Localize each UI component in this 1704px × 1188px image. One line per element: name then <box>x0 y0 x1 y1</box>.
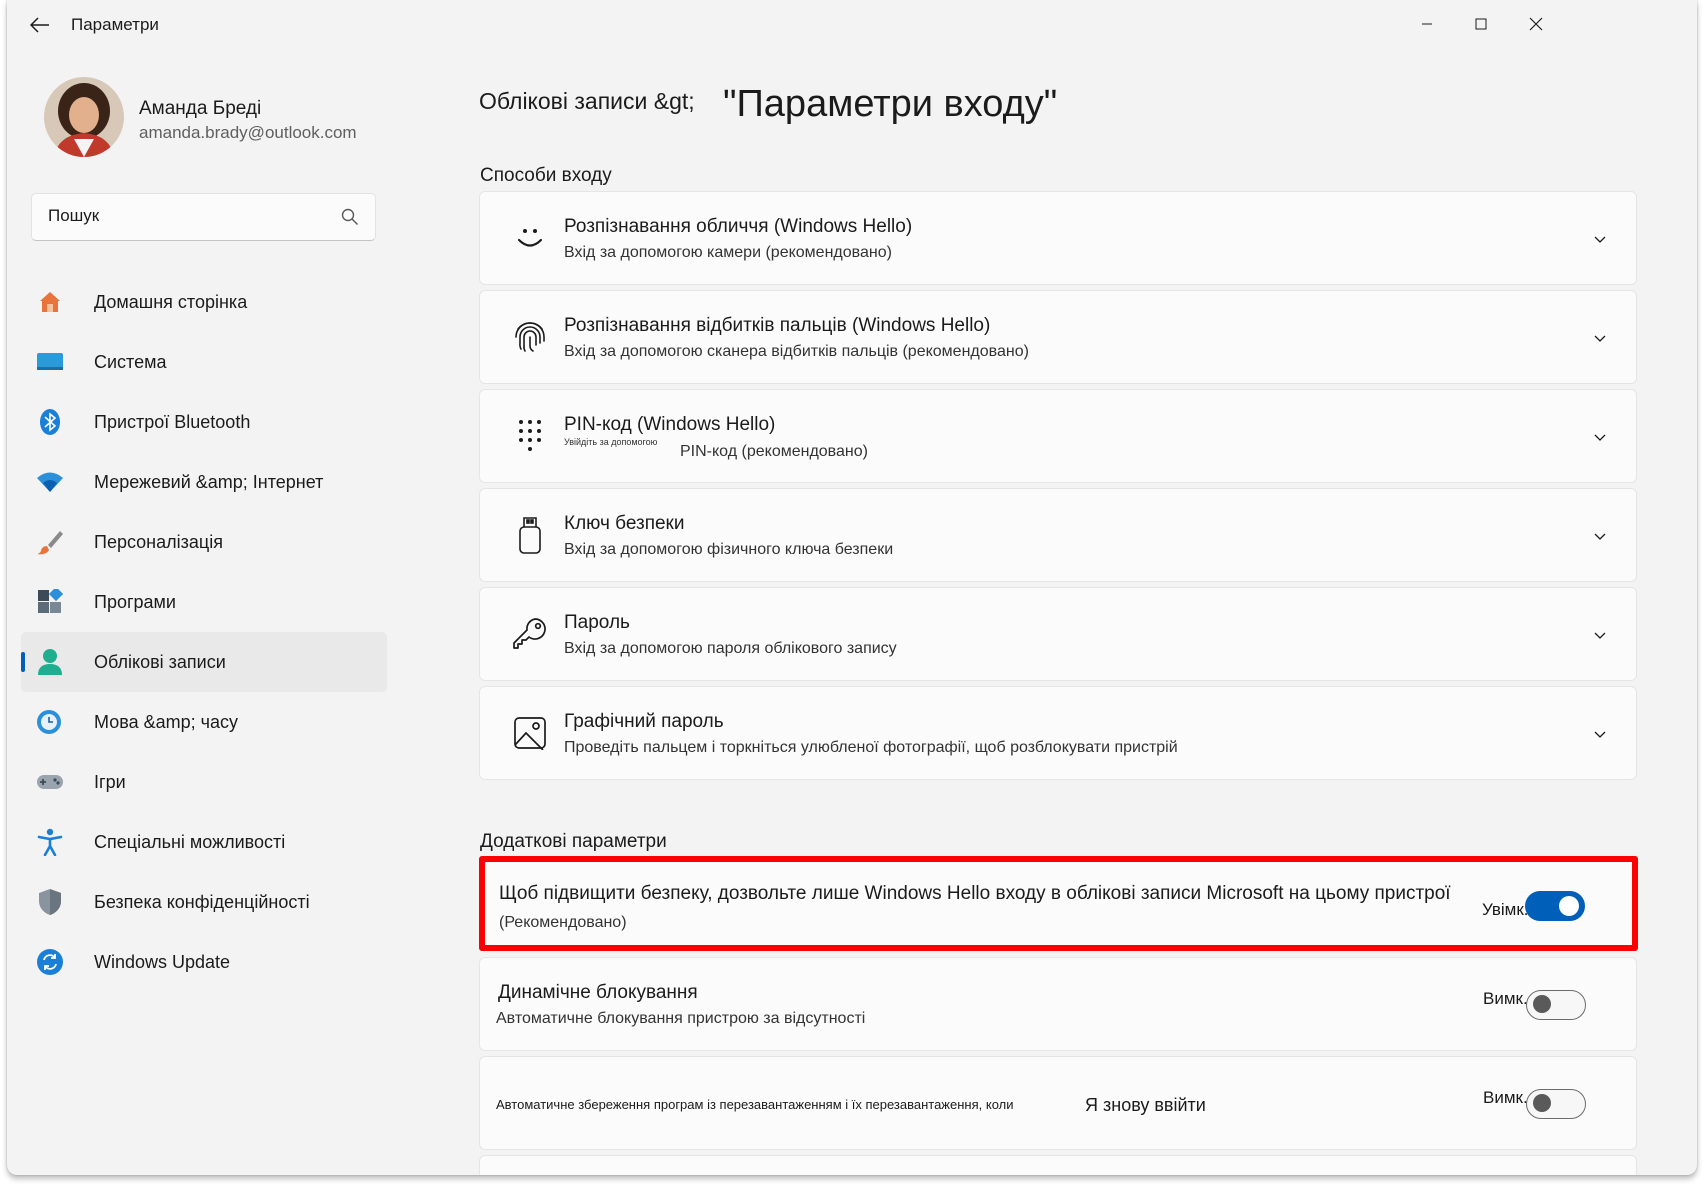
globe-clock-icon <box>35 707 65 737</box>
method-subtitle: PIN-код (рекомендовано) <box>680 443 868 460</box>
chevron-down-icon[interactable] <box>1592 627 1608 643</box>
method-title: Розпізнавання обличчя (Windows Hello) <box>564 216 913 237</box>
chevron-down-icon[interactable] <box>1592 528 1608 544</box>
sidebar-item-gaming[interactable]: Ігри <box>21 752 387 812</box>
method-title: Графічний пароль <box>564 711 724 732</box>
search-input[interactable] <box>48 206 328 226</box>
sidebar-item-apps[interactable]: Програми <box>21 572 387 632</box>
user-name: Аманда Бреді <box>139 98 262 119</box>
bluetooth-icon <box>35 407 65 437</box>
picture-icon <box>510 713 550 753</box>
dynamic-lock-toggle[interactable] <box>1526 990 1586 1020</box>
active-indicator <box>21 652 25 672</box>
method-pin-card[interactable]: PIN-код (Windows Hello) Увійдіть за допо… <box>479 389 1637 483</box>
user-email: amanda.brady@outlook.com <box>139 123 357 142</box>
toggle-state-label: Увімк. <box>1482 900 1529 919</box>
option-subtitle: Автоматичне блокування пристрою за відсу… <box>496 1010 866 1027</box>
brush-icon <box>35 527 65 557</box>
method-title: PIN-код (Windows Hello) <box>564 414 776 435</box>
method-subtitle: Вхід за допомогою камери (рекомендовано) <box>564 244 892 261</box>
method-face-card[interactable]: Розпізнавання обличчя (Windows Hello) Вх… <box>479 191 1637 285</box>
toggle-state-label: Вимк. <box>1483 1088 1528 1107</box>
back-arrow-icon <box>30 17 49 33</box>
usb-key-icon <box>510 515 550 555</box>
hello-only-toggle[interactable] <box>1525 891 1585 921</box>
close-button[interactable] <box>1513 8 1559 40</box>
search-icon[interactable] <box>341 208 359 226</box>
pin-keypad-icon <box>510 416 550 456</box>
title-bar: Параметри <box>7 0 1697 50</box>
page-title: "Параметри входу" <box>723 83 1058 125</box>
option-title: Щоб підвищити безпеку, дозвольте лише Wi… <box>499 883 1451 904</box>
home-icon <box>35 287 65 317</box>
key-icon <box>510 614 550 654</box>
sidebar-item-system[interactable]: Система <box>21 332 387 392</box>
method-title: Розпізнавання відбитків пальців (Windows… <box>564 315 991 336</box>
method-title: Пароль <box>564 612 630 633</box>
sidebar-item-windows-update[interactable]: Windows Update <box>21 932 387 992</box>
breadcrumb[interactable]: Облікові записи &gt; <box>479 88 695 115</box>
hello-only-option: Щоб підвищити безпеку, дозвольте лише Wi… <box>479 856 1638 951</box>
minimize-icon <box>1422 23 1432 25</box>
toggle-knob <box>1533 1094 1551 1112</box>
apps-icon <box>35 587 65 617</box>
back-button[interactable] <box>25 11 55 39</box>
toggle-state-label: Вимк. <box>1483 989 1528 1008</box>
method-password-card[interactable]: Пароль Вхід за допомогою пароля обліково… <box>479 587 1637 681</box>
sidebar-item-network[interactable]: Мережевий &amp; Інтернет <box>21 452 387 512</box>
sidebar-item-home[interactable]: Домашня сторінка <box>21 272 387 332</box>
toggle-knob <box>1559 896 1579 916</box>
sidebar-item-personalization[interactable]: Персоналізація <box>21 512 387 572</box>
sidebar-item-accounts[interactable]: Облікові записи <box>21 632 387 692</box>
option-title: Динамічне блокування <box>498 982 698 1003</box>
update-icon <box>35 947 65 977</box>
dynamic-lock-option: Динамічне блокування Автоматичне блокува… <box>479 957 1637 1051</box>
chevron-down-icon[interactable] <box>1592 726 1608 742</box>
sidebar-nav: Домашня сторінка Система Пристрої Blueto… <box>21 272 387 992</box>
method-fingerprint-card[interactable]: Розпізнавання відбитків пальців (Windows… <box>479 290 1637 384</box>
method-subtitle: Вхід за допомогою фізичного ключа безпек… <box>564 541 894 558</box>
maximize-icon <box>1475 18 1487 30</box>
chevron-down-icon[interactable] <box>1592 231 1608 247</box>
method-subtitle: Вхід за допомогою пароля облікового запи… <box>564 640 897 657</box>
chevron-down-icon[interactable] <box>1592 429 1608 445</box>
toggle-knob <box>1533 995 1551 1013</box>
fingerprint-icon <box>510 317 550 357</box>
method-subtitle: Проведіть пальцем і торкніться улюбленої… <box>564 739 1178 756</box>
gamepad-icon <box>35 767 65 797</box>
method-title: Ключ безпеки <box>564 513 685 534</box>
option-title-small: Автоматичне збереження програм із переза… <box>496 1097 1014 1112</box>
minimize-button[interactable] <box>1404 8 1450 40</box>
sidebar-item-time[interactable]: Мова &amp; часу <box>21 692 387 752</box>
method-picture-password-card[interactable]: Графічний пароль Проведіть пальцем і тор… <box>479 686 1637 780</box>
restart-apps-option: Автоматичне збереження програм із переза… <box>479 1056 1637 1150</box>
method-subtitle-small: Увійдіть за допомогою <box>564 437 658 447</box>
wifi-icon <box>35 467 65 497</box>
section-additional-label: Додаткові параметри <box>480 831 667 852</box>
method-security-key-card[interactable]: Ключ безпеки Вхід за допомогою фізичного… <box>479 488 1637 582</box>
sidebar-item-accessibility[interactable]: Спеціальні можливості <box>21 812 387 872</box>
sidebar-item-privacy[interactable]: Безпека конфіденційності <box>21 872 387 932</box>
accessibility-icon <box>35 827 65 857</box>
settings-window: Параметри Аманда Бреді amanda.brady@outl… <box>7 0 1697 1175</box>
maximize-button[interactable] <box>1458 8 1504 40</box>
method-subtitle: Вхід за допомогою сканера відбитків паль… <box>564 343 1029 360</box>
app-title: Параметри <box>71 15 159 34</box>
avatar[interactable] <box>44 77 124 157</box>
close-icon <box>1529 17 1543 31</box>
display-icon <box>35 347 65 377</box>
next-option-partial <box>479 1155 1637 1175</box>
face-icon <box>510 218 550 258</box>
person-icon <box>35 647 65 677</box>
section-ways-label: Способи входу <box>480 165 612 186</box>
sidebar-item-bluetooth[interactable]: Пристрої Bluetooth <box>21 392 387 452</box>
restart-apps-toggle[interactable] <box>1526 1089 1586 1119</box>
option-title: Я знову ввійти <box>1085 1095 1206 1115</box>
search-box[interactable] <box>31 193 376 241</box>
shield-icon <box>35 887 65 917</box>
chevron-down-icon[interactable] <box>1592 330 1608 346</box>
option-subtitle: (Рекомендовано) <box>499 914 627 931</box>
